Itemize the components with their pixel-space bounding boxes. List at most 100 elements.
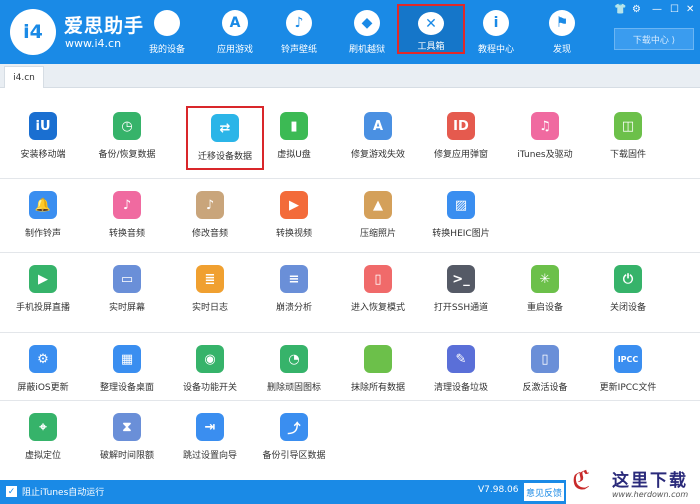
close-icon[interactable]: ✕ [686,4,694,15]
ipcc-update-icon: IPCC [614,345,642,373]
tool-restart-device[interactable]: ✳ 重启设备 [503,265,587,327]
tool-label: 转换视频 [275,229,312,239]
download-center-button[interactable]: 下载中心 ⟩ [614,28,694,50]
delete-icon-icon: ◔ [280,345,308,373]
tool-label: 修改音频 [191,229,228,239]
block-itunes-checkbox[interactable]: ✓ [6,486,17,497]
usb-drive-icon: ▮ [280,112,308,140]
tool-recovery-mode[interactable]: ▯ 进入恢复模式 [336,265,420,327]
music-wallpaper-icon: ♪ [286,10,312,36]
tool-boot-backup[interactable]: ⤴ 备份引导区数据 [252,413,336,475]
tool-label: 屏蔽iOS更新 [17,383,69,393]
tool-label: 进入恢复模式 [350,303,405,313]
tool-label: 打开SSH通道 [433,303,489,313]
tool-label: 跳过设置向导 [182,451,237,461]
tab-i4cn[interactable]: i4.cn [4,66,44,88]
tool-ringtone-bell[interactable]: 🔔 制作铃声 [1,191,85,253]
tool-realtime-log[interactable]: ≣ 实时日志 [168,265,252,327]
tool-convert-audio[interactable]: ♪ 转换音频 [85,191,169,253]
tool-label: 实时日志 [191,303,228,313]
nav-item-label: 应用游戏 [216,45,253,55]
deactivate-device-icon: ▯ [531,345,559,373]
watermark-logo-icon: ℭ [572,466,591,496]
tool-label: 制作铃声 [24,229,61,239]
tool-skip-setup[interactable]: ⇥ 跳过设置向导 [168,413,252,475]
tool-crash-analysis[interactable]: ≡ 崩溃分析 [252,265,336,327]
minimize-icon[interactable]: — [652,4,662,15]
tool-clean-junk[interactable]: ✎ 清理设备垃圾 [419,345,503,407]
tool-firmware[interactable]: ◫ 下载固件 [586,112,670,174]
tool-erase-data[interactable]: 抹除所有数据 [336,345,420,407]
app-store-icon: A [222,10,248,36]
watermark-url: www.herdown.com [612,490,689,499]
tool-i4-mobile[interactable]: iU 安装移动端 [1,112,85,174]
tool-screen-cast[interactable]: ▶ 手机投屏直播 [1,265,85,327]
settings-icon[interactable]: ⚙ [632,4,641,15]
tool-delete-icon[interactable]: ◔ 删除顽固图标 [252,345,336,407]
feedback-button[interactable]: 意见反馈 [524,483,564,501]
virtual-location-icon: ⌖ [29,413,57,441]
tool-heic-convert[interactable]: ▨ 转换HEIC图片 [419,191,503,253]
tool-virtual-location[interactable]: ⌖ 虚拟定位 [1,413,85,475]
tool-fix-app-popup[interactable]: ID 修复应用弹窗 [419,112,503,174]
tool-realtime-screen[interactable]: ▭ 实时屏幕 [85,265,169,327]
nav-item-3[interactable]: ◆ 刷机越狱 [333,0,401,64]
screen-cast-icon: ▶ [29,265,57,293]
tool-section-0: iU 安装移动端 ◷ 备份/恢复数据 ⇄ 迁移设备数据 ▮ 虚拟U盘 A 修复游戏失效 ID 修复应用… [0,88,700,178]
organize-desktop-icon: ▦ [113,345,141,373]
time-limit-icon: ⧗ [113,413,141,441]
convert-audio-icon: ♪ [113,191,141,219]
tool-itunes[interactable]: ♫ iTunes及驱动 [503,112,587,174]
tool-edit-audio[interactable]: ♪ 修改音频 [168,191,252,253]
tool-label: 删除顽固图标 [266,383,321,393]
nav-item-6[interactable]: ⚑ 发现 [528,0,596,64]
app-name: 爱思助手 [64,15,145,37]
nav-item-1[interactable]: A 应用游戏 [201,0,269,64]
nav-item-5[interactable]: i 教程中心 [462,0,530,64]
skip-setup-icon: ⇥ [196,413,224,441]
backup-restore-icon: ◷ [113,112,141,140]
block-ios-update-icon: ⚙ [29,345,57,373]
tool-block-ios-update[interactable]: ⚙ 屏蔽iOS更新 [1,345,85,407]
tool-label: 实时屏幕 [108,303,145,313]
tool-backup-restore[interactable]: ◷ 备份/恢复数据 [85,112,169,174]
tool-usb-drive[interactable]: ▮ 虚拟U盘 [252,112,336,174]
tool-power-off[interactable]: ⏻ 关闭设备 [586,265,670,327]
tool-feature-toggle[interactable]: ◉ 设备功能开关 [168,345,252,407]
convert-video-icon: ▶ [280,191,308,219]
migrate-data-icon: ⇄ [211,114,239,142]
tool-label: 虚拟定位 [24,451,61,461]
itunes-icon: ♫ [531,112,559,140]
tool-label: 手机投屏直播 [15,303,70,313]
fix-app-popup-icon: ID [447,112,475,140]
compress-photo-icon: ▲ [364,191,392,219]
tool-fix-game[interactable]: A 修复游戏失效 [336,112,420,174]
nav-item-label: 我的设备 [148,45,185,55]
restart-device-icon: ✳ [531,265,559,293]
tool-label: 备份引导区数据 [262,451,326,461]
nav-item-2[interactable]: ♪ 铃声壁纸 [265,0,333,64]
skin-icon[interactable]: 👕 [614,4,626,15]
tool-label: 转换HEIC图片 [432,229,490,239]
tool-organize-desktop[interactable]: ▦ 整理设备桌面 [85,345,169,407]
dropbox-icon: ◆ [354,10,380,36]
tool-compress-photo[interactable]: ▲ 压缩照片 [336,191,420,253]
tool-label: 虚拟U盘 [277,150,311,160]
tool-label: 设备功能开关 [182,383,237,393]
nav-item-0[interactable]: 我的设备 [133,0,201,64]
fix-game-icon: A [364,112,392,140]
realtime-screen-icon: ▭ [113,265,141,293]
nav-item-4[interactable]: ✕ 工具箱 [397,4,465,54]
nav-item-label: 刷机越狱 [348,45,385,55]
block-itunes-label[interactable]: 阻止iTunes自动运行 [22,485,104,498]
tool-time-limit[interactable]: ⧗ 破解时间限额 [85,413,169,475]
tool-deactivate-device[interactable]: ▯ 反激活设备 [503,345,587,407]
i4-mobile-icon: iU [29,112,57,140]
realtime-log-icon: ≣ [196,265,224,293]
heic-convert-icon: ▨ [447,191,475,219]
tool-label: 崩溃分析 [275,303,312,313]
maximize-icon[interactable]: ☐ [670,4,679,15]
tool-ipcc-update[interactable]: IPCC 更新IPCC文件 [586,345,670,407]
tool-convert-video[interactable]: ▶ 转换视频 [252,191,336,253]
tool-ssh-tunnel[interactable]: >_ 打开SSH通道 [419,265,503,327]
